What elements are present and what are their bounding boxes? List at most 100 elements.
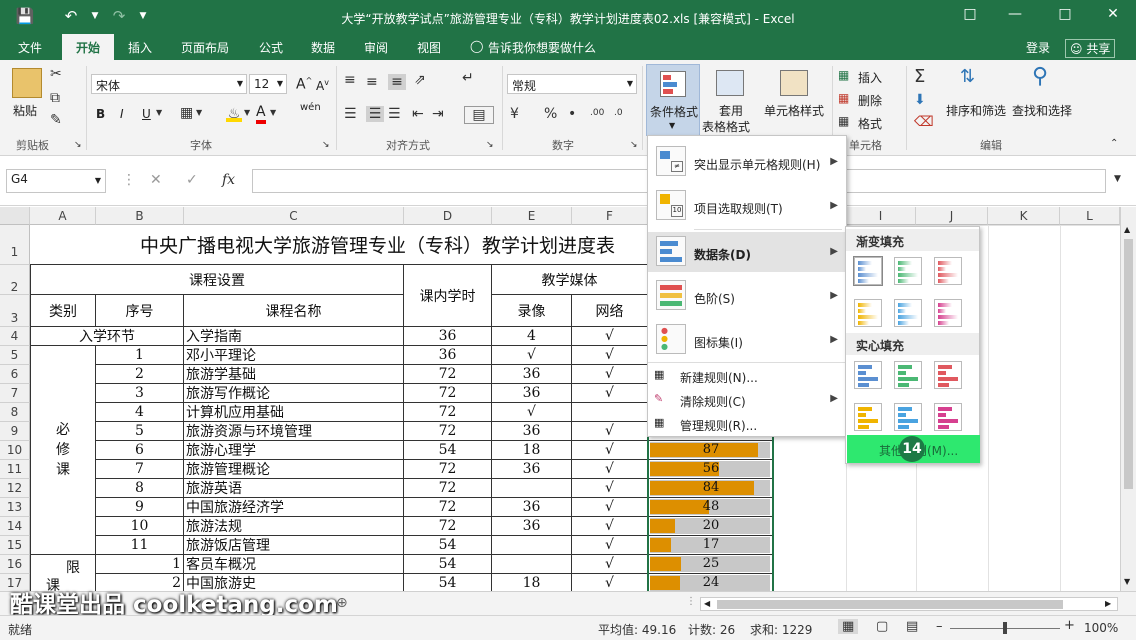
copy-icon[interactable]: ⧉ [50,90,60,106]
col-header-d[interactable]: D [404,207,492,225]
col-header-e[interactable]: E [492,207,572,225]
row-header-4[interactable]: 4 [0,327,30,346]
search-icon[interactable]: ⚲ [1032,64,1048,89]
cell-video[interactable]: 36 [492,460,572,479]
menu-item-highlight-rules[interactable]: ≠ 突出显示单元格规则(H) ▶ [648,142,846,182]
decrease-indent-icon[interactable]: ⇤ [412,106,424,122]
select-all-corner[interactable] [0,207,30,225]
wrap-text-icon[interactable]: ↵ [462,70,474,86]
font-launcher-icon[interactable]: ↘ [322,140,330,150]
cell-video[interactable] [492,479,572,498]
cell-hours[interactable]: 72 [404,460,492,479]
cell-seq[interactable]: 9 [96,498,184,517]
tab-home[interactable]: 开始 [62,34,115,60]
menu-item-icon-sets[interactable]: ● ● ● 图标集(I) ▶ [648,320,846,360]
cell-seq[interactable]: 7 [96,460,184,479]
cell-name[interactable]: 旅游管理概论 [184,460,404,479]
grow-font-icon[interactable]: A^ [296,76,312,93]
gradient-fill-option-icon[interactable] [853,256,883,286]
row-header-10[interactable]: 10 [0,441,30,460]
cell-video[interactable]: 36 [492,422,572,441]
cell-hours[interactable]: 54 [404,441,492,460]
insert-cells-button[interactable]: 插入 [858,69,882,86]
delete-cells-icon[interactable]: ▦ [838,91,849,105]
comma-icon[interactable]: • [568,106,576,122]
category-header[interactable]: 类别 [30,295,96,327]
clear-icon[interactable]: ⌫ [914,114,934,130]
cell-name[interactable]: 旅游写作概论 [184,384,404,403]
undo-dropdown-icon[interactable]: ▼ [84,11,106,21]
col-header-c[interactable]: C [184,207,404,225]
format-painter-icon[interactable]: ✎ [50,112,62,128]
horizontal-scrollbar[interactable]: ◀ ▶ [700,597,1118,611]
col-header-b[interactable]: B [96,207,184,225]
sort-filter-icon[interactable]: ⇅ [960,66,975,87]
gradient-fill-option-icon[interactable] [934,257,962,285]
cell-name[interactable]: 旅游法规 [184,517,404,536]
intro-section-cell[interactable]: 入学环节 [30,327,184,346]
scroll-right-icon[interactable]: ▶ [1105,599,1111,608]
find-select-button[interactable]: 查找和选择 [1012,102,1072,119]
alignment-launcher-icon[interactable]: ↘ [486,140,494,150]
col-header-k[interactable]: K [988,207,1060,225]
cell-net[interactable]: √ [572,384,648,403]
seq-header[interactable]: 序号 [96,295,184,327]
cell-name[interactable]: 旅游学基础 [184,365,404,384]
cell-video[interactable] [492,555,572,574]
course-name-header[interactable]: 课程名称 [184,295,404,327]
confirm-icon[interactable]: ✓ [186,172,198,188]
paste-icon[interactable] [12,68,42,98]
cell-video[interactable]: 36 [492,384,572,403]
chevron-down-icon[interactable]: ▼ [196,108,202,117]
undo-icon[interactable]: ↶ [60,7,82,25]
tab-data[interactable]: 数据 [311,39,335,56]
solid-fill-option-icon[interactable] [894,361,922,389]
row-header-9[interactable]: 9 [0,422,30,441]
col-header-l[interactable]: L [1060,207,1120,225]
zoom-in-icon[interactable]: + [1064,618,1075,633]
insert-function-button[interactable]: fx [222,172,235,188]
currency-icon[interactable]: ¥ [510,106,519,122]
cell-net[interactable] [572,403,648,422]
cell-name[interactable]: 入学指南 [184,327,404,346]
solid-fill-option-icon[interactable] [854,403,882,431]
scrollbar-thumb[interactable] [1124,239,1133,489]
cell-net[interactable]: √ [572,365,648,384]
cell-name[interactable]: 旅游资源与环境管理 [184,422,404,441]
cell-net[interactable]: √ [572,346,648,365]
normal-view-icon[interactable]: ▦ [838,619,859,634]
border-icon[interactable]: ▦ [180,105,193,121]
autosum-icon[interactable]: Σ [914,66,925,87]
row-header-3[interactable]: 3 [0,295,30,327]
delete-cells-button[interactable]: 删除 [858,92,882,109]
menu-item-data-bars[interactable]: 数据条(D) ▶ [648,232,846,272]
clipboard-launcher-icon[interactable]: ↘ [74,140,82,150]
gradient-fill-option-icon[interactable] [854,299,882,327]
align-right-icon[interactable]: ☰ [388,106,401,122]
cell-name[interactable]: 客员车概况 [184,555,404,574]
row-header-16[interactable]: 16 [0,555,30,574]
cell-net[interactable]: √ [572,422,648,441]
number-launcher-icon[interactable]: ↘ [630,140,638,150]
cell-net[interactable]: √ [572,479,648,498]
cell-net[interactable]: √ [572,498,648,517]
cell-video[interactable]: √ [492,403,572,422]
cell-hours[interactable]: 36 [404,346,492,365]
menu-item-new-rule[interactable]: ▦ 新建规则(N)... [648,364,846,388]
cell-net[interactable]: √ [572,460,648,479]
cell-hours[interactable]: 36 [404,327,492,346]
sort-filter-button[interactable]: 排序和筛选 [946,102,1006,119]
zoom-slider-handle[interactable] [1003,622,1007,634]
align-center-icon[interactable]: ☰ [366,106,384,122]
row-header-14[interactable]: 14 [0,517,30,536]
tab-file[interactable]: 文件 [18,39,42,56]
align-middle-icon[interactable]: ≡ [366,74,378,90]
cell-video[interactable]: 18 [492,574,572,591]
cell-net[interactable]: √ [572,517,648,536]
col-header-i[interactable]: I [846,207,916,225]
row-header-12[interactable]: 12 [0,479,30,498]
page-break-view-icon[interactable]: ▤ [906,619,918,634]
solid-fill-option-icon[interactable] [854,361,882,389]
cell-video[interactable]: 36 [492,517,572,536]
cell-hours[interactable]: 72 [404,479,492,498]
